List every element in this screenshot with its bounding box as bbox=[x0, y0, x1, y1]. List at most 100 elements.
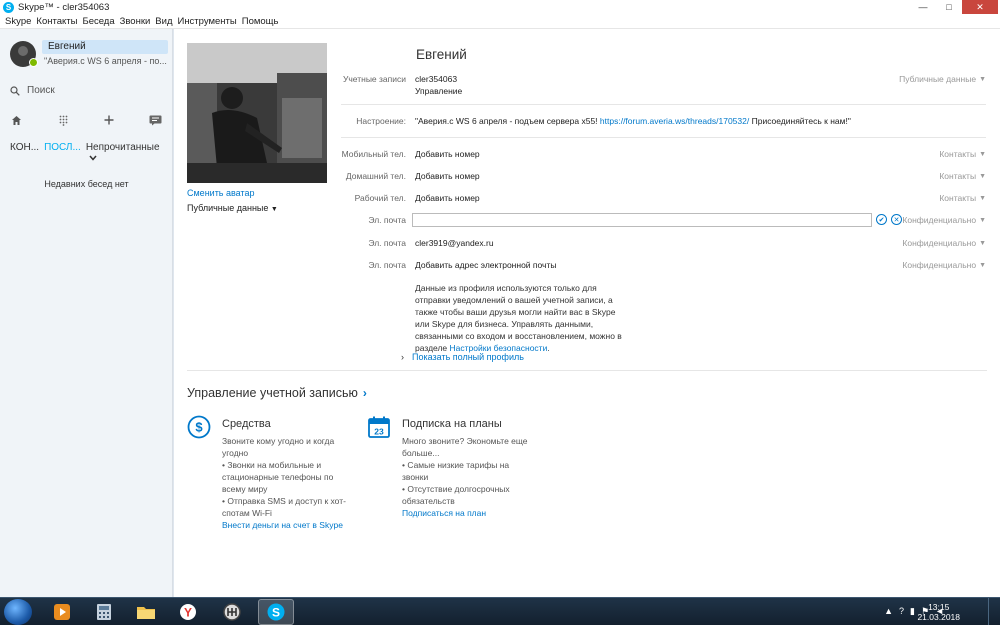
tab-contacts[interactable]: КОН... bbox=[10, 142, 39, 164]
dialpad-icon[interactable] bbox=[55, 112, 71, 128]
email-privacy-dropdown[interactable]: Конфиденциально ▼ bbox=[902, 215, 986, 225]
my-name: Евгений bbox=[48, 41, 86, 52]
confirm-icon[interactable]: ✔ bbox=[876, 214, 887, 225]
search-label: Поиск bbox=[27, 85, 55, 96]
email-privacy-dropdown[interactable]: Конфиденциально ▼ bbox=[902, 238, 986, 248]
clock[interactable]: 13:15 21.03.2018 bbox=[917, 602, 960, 622]
chevron-right-icon: › bbox=[362, 386, 367, 400]
tray-arrow-icon[interactable]: ▲ bbox=[884, 606, 893, 617]
plans-line: • Самые низкие тарифы на звонки bbox=[402, 460, 510, 482]
accounts-privacy-dropdown[interactable]: Публичные данные ▼ bbox=[899, 74, 986, 84]
account-management-header[interactable]: Управление учетной записью › bbox=[187, 386, 367, 400]
add-email-row: Эл. почта Добавить адрес электронной поч… bbox=[174, 258, 1000, 274]
work-phone-label: Рабочий тел. bbox=[354, 193, 406, 203]
home-privacy-label: Контакты bbox=[939, 171, 977, 181]
chat-icon[interactable] bbox=[147, 112, 163, 128]
menu-calls[interactable]: Звонки bbox=[120, 16, 151, 27]
credit-title: Средства bbox=[222, 418, 271, 430]
media-player-icon[interactable] bbox=[44, 599, 80, 625]
home-icon[interactable] bbox=[8, 112, 24, 128]
show-full-profile-link[interactable]: Показать полный профиль bbox=[412, 352, 524, 362]
menu-skype[interactable]: Skype bbox=[5, 16, 31, 27]
conversation-tabs: КОН... ПОСЛ... Непрочитанные bbox=[10, 142, 172, 164]
search-icon bbox=[10, 85, 20, 96]
taskbar: Y S ▲ ? ▮ ⚑ ◄ 13:15 21.03.2018 bbox=[0, 597, 1000, 625]
mobile-phone-label: Мобильный тел. bbox=[341, 149, 406, 159]
dollar-icon: $ bbox=[187, 415, 211, 439]
caret-down-icon: ▼ bbox=[979, 75, 986, 83]
chevron-down-icon bbox=[89, 155, 97, 161]
calendar-day: 23 bbox=[374, 427, 384, 437]
show-full-profile[interactable]: › Показать полный профиль bbox=[401, 352, 524, 362]
skype-taskbar-icon[interactable]: S bbox=[258, 599, 294, 625]
email-privacy-label: Конфиденциально bbox=[902, 215, 977, 225]
menu-tools[interactable]: Инструменты bbox=[177, 16, 236, 27]
credit-card-section: $ Средства Звоните кому угодно и когда у… bbox=[187, 415, 357, 565]
plans-title: Подписка на планы bbox=[402, 418, 502, 430]
mood-label: Настроение: bbox=[356, 116, 406, 126]
account-management-title: Управление учетной записью bbox=[187, 386, 358, 400]
divider bbox=[341, 104, 986, 105]
search-box[interactable]: Поиск bbox=[10, 85, 55, 96]
maximize-button[interactable]: □ bbox=[936, 0, 962, 14]
add-contact-icon[interactable] bbox=[101, 112, 117, 128]
show-desktop-button[interactable] bbox=[988, 598, 1000, 625]
privacy-note: Данные из профиля используются только дл… bbox=[415, 282, 630, 354]
start-button[interactable] bbox=[4, 599, 32, 625]
sidebar: Евгений "Аверия.с WS 6 апреля - по... По… bbox=[0, 29, 173, 597]
mood-prefix: "Аверия.с WS 6 апреля - подъем сервера x… bbox=[415, 116, 598, 126]
add-mobile-number-link[interactable]: Добавить номер bbox=[415, 149, 480, 159]
my-name-highlight: Евгений bbox=[42, 40, 168, 54]
mood-suffix: Присоединяйтесь к нам!" bbox=[751, 116, 851, 126]
caret-down-icon: ▼ bbox=[979, 194, 986, 202]
manage-link[interactable]: Управление bbox=[415, 86, 462, 96]
my-mood: "Аверия.с WS 6 апреля - по... bbox=[44, 56, 167, 66]
home-privacy-dropdown[interactable]: Контакты ▼ bbox=[939, 171, 986, 181]
mood-text: "Аверия.с WS 6 апреля - подъем сервера x… bbox=[415, 116, 851, 126]
home-phone-label: Домашний тел. bbox=[345, 171, 406, 181]
email-label: Эл. почта bbox=[368, 238, 406, 248]
calculator-icon[interactable] bbox=[86, 599, 122, 625]
menu-conversation[interactable]: Беседа bbox=[82, 16, 114, 27]
help-icon[interactable]: ? bbox=[899, 606, 904, 617]
add-credit-link[interactable]: Внести деньги на счет в Skype bbox=[222, 519, 352, 531]
skype-logo-icon: S bbox=[3, 1, 14, 13]
minimize-button[interactable]: — bbox=[910, 0, 936, 14]
calendar-icon: 23 bbox=[368, 416, 390, 438]
email-privacy-dropdown[interactable]: Конфиденциально ▼ bbox=[902, 260, 986, 270]
network-icon[interactable]: ▮ bbox=[910, 606, 915, 617]
mobile-privacy-dropdown[interactable]: Контакты ▼ bbox=[939, 149, 986, 159]
tab-unread[interactable]: Непрочитанные bbox=[86, 142, 167, 164]
plans-description: Много звоните? Экономьте еще больше... •… bbox=[402, 435, 532, 519]
mood-row: Настроение: "Аверия.с WS 6 апреля - подъ… bbox=[174, 114, 1000, 130]
add-home-number-link[interactable]: Добавить номер bbox=[415, 171, 480, 181]
menu-view[interactable]: Вид bbox=[155, 16, 172, 27]
credit-line: Звоните кому угодно и когда угодно bbox=[222, 436, 335, 458]
add-email-link[interactable]: Добавить адрес электронной почты bbox=[415, 260, 556, 270]
cancel-icon[interactable]: ✕ bbox=[891, 214, 902, 225]
tab-recent[interactable]: ПОСЛ... bbox=[44, 142, 81, 164]
email-privacy-label: Конфиденциально bbox=[902, 260, 977, 270]
work-privacy-dropdown[interactable]: Контакты ▼ bbox=[939, 193, 986, 203]
game-app-icon[interactable] bbox=[214, 599, 250, 625]
email-edit-row: Эл. почта ✔ ✕ Конфиденциально ▼ bbox=[174, 213, 1000, 229]
online-status-icon bbox=[29, 58, 38, 67]
menu-bar: Skype Контакты Беседа Звонки Вид Инструм… bbox=[0, 14, 1000, 29]
tab-unread-label: Непрочитанные bbox=[85, 142, 160, 153]
plans-section: 23 Подписка на планы Много звоните? Экон… bbox=[367, 415, 547, 565]
my-profile-entry[interactable]: Евгений "Аверия.с WS 6 апреля - по... bbox=[8, 39, 168, 69]
subscribe-plan-link[interactable]: Подписаться на план bbox=[402, 507, 532, 519]
add-work-number-link[interactable]: Добавить номер bbox=[415, 193, 480, 203]
svg-text:S: S bbox=[272, 606, 280, 620]
divider bbox=[187, 370, 987, 371]
email-input[interactable] bbox=[412, 213, 872, 227]
caret-down-icon: ▼ bbox=[979, 150, 986, 158]
caret-down-icon: ▼ bbox=[979, 216, 986, 224]
yandex-browser-icon[interactable]: Y bbox=[170, 599, 206, 625]
explorer-icon[interactable] bbox=[128, 599, 164, 625]
mood-link[interactable]: https://forum.averia.ws/threads/170532/ bbox=[600, 116, 749, 126]
menu-contacts[interactable]: Контакты bbox=[36, 16, 77, 27]
menu-help[interactable]: Помощь bbox=[242, 16, 279, 27]
work-phone-row: Рабочий тел. Добавить номер Контакты ▼ bbox=[174, 191, 1000, 207]
close-button[interactable]: ✕ bbox=[962, 0, 998, 14]
